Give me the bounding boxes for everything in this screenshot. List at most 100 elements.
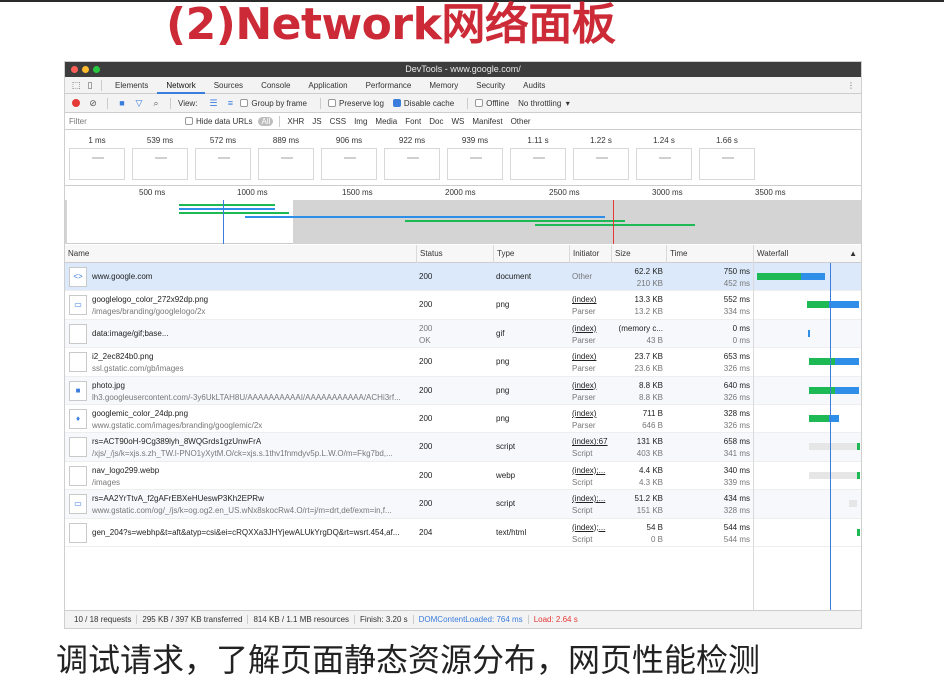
tab-memory[interactable]: Memory [420, 77, 467, 94]
table-row[interactable]: gen_204?s=webhp&t=aft&atyp=csi&ei=cRQXXa… [65, 519, 861, 547]
column-time[interactable]: Time [666, 245, 753, 263]
record-button[interactable] [72, 99, 80, 107]
search-icon[interactable]: ⌕ [149, 96, 163, 110]
offline-checkbox[interactable]: Offline [475, 99, 509, 108]
device-toggle-icon[interactable]: ▯ [83, 78, 97, 92]
table-row[interactable]: ■ photo.jpg lh3.googleusercontent.com/-3y… [65, 376, 861, 405]
type-filter-manifest[interactable]: Manifest [469, 117, 505, 126]
table-row[interactable]: ▭ googlelogo_color_272x92dp.png/images/b… [65, 291, 861, 320]
frame-time: 1.22 s [590, 136, 612, 145]
filmstrip-frame[interactable]: 572 ms [193, 136, 253, 180]
filmstrip-frame[interactable]: 939 ms [445, 136, 505, 180]
tab-security[interactable]: Security [467, 77, 514, 94]
column-name[interactable]: Name [65, 245, 416, 263]
overview-selection-edge[interactable] [65, 200, 67, 244]
filmstrip-frame[interactable]: 1.22 s [571, 136, 631, 180]
file-icon [69, 352, 87, 373]
tab-application[interactable]: Application [299, 77, 356, 94]
type-filter-other[interactable]: Other [508, 117, 534, 126]
preserve-log-checkbox[interactable]: Preserve log [328, 99, 384, 108]
name-cell[interactable]: rs=AA2YrTtvA_f2gAFrEBXeHUeswP3Kh2EPRw www… [89, 490, 416, 518]
filter-icon[interactable]: ▽ [132, 96, 146, 110]
filmstrip-frame[interactable]: 922 ms [382, 136, 442, 180]
table-row[interactable]: ♦ googlemic_color_24dp.png www.gstatic.co… [65, 405, 861, 434]
column-type[interactable]: Type [493, 245, 569, 263]
name-cell[interactable]: data:image/gif;base... [89, 320, 416, 348]
type-filter-font[interactable]: Font [402, 117, 424, 126]
status-code: 204 [419, 527, 433, 537]
initiator-link[interactable]: (index);... [572, 519, 611, 534]
waterfall-bar [857, 471, 860, 479]
minimize-button[interactable] [82, 66, 89, 73]
tab-console[interactable]: Console [252, 77, 299, 94]
status-cell: 200 [416, 348, 493, 376]
name-cell[interactable]: photo.jpg lh3.googleusercontent.com/-3y6U… [89, 377, 416, 405]
initiator-link[interactable]: (index) [572, 377, 611, 392]
type-filter-all[interactable]: All [258, 116, 274, 126]
close-button[interactable] [71, 66, 78, 73]
table-row[interactable]: nav_logo299.webp/images 200 webp (index)… [65, 462, 861, 491]
name-cell[interactable]: rs=ACT90oH-9Cg389lyh_8WQGrds1gzUnwFrA/xj… [89, 433, 416, 461]
filmstrip-frame[interactable]: 906 ms [319, 136, 379, 180]
table-row[interactable]: rs=ACT90oH-9Cg389lyh_8WQGrds1gzUnwFrA/xj… [65, 433, 861, 462]
hide-data-urls-checkbox[interactable]: Hide data URLs [185, 117, 252, 126]
column-waterfall[interactable]: Waterfall ▲ [753, 245, 861, 263]
maximize-button[interactable] [93, 66, 100, 73]
group-by-frame-checkbox[interactable]: Group by frame [240, 99, 307, 108]
inspect-icon[interactable]: ⬚ [69, 78, 83, 92]
initiator-link[interactable]: (index);... [572, 462, 611, 477]
column-status[interactable]: Status [416, 245, 493, 263]
status-cell: 200 [416, 433, 493, 461]
screenshot-icon[interactable]: ■ [115, 96, 129, 110]
name-cell[interactable]: googlelogo_color_272x92dp.png/images/bra… [89, 291, 416, 319]
filmstrip-frame[interactable]: 1.24 s [634, 136, 694, 180]
name-cell[interactable]: googlemic_color_24dp.png www.gstatic.com/… [89, 405, 416, 433]
request-table: Name Status Type Initiator Size Time Wat… [65, 245, 861, 612]
column-size[interactable]: Size [611, 245, 666, 263]
type-filter-xhr[interactable]: XHR [284, 117, 307, 126]
resource-type: script [496, 499, 516, 509]
initiator-link[interactable]: (index) [572, 320, 611, 335]
filmstrip-frame[interactable]: 1 ms [67, 136, 127, 180]
type-filter-doc[interactable]: Doc [426, 117, 446, 126]
initiator-link[interactable]: (index):67 [572, 433, 611, 448]
clear-icon[interactable]: ⊘ [86, 96, 100, 110]
tab-network[interactable]: Network [157, 77, 205, 94]
ruler-tick: 3000 ms [652, 188, 683, 197]
initiator-link[interactable]: (index) [572, 405, 611, 420]
table-row[interactable]: i2_2ec824b0.png ssl.gstatic.com/gb/images… [65, 348, 861, 377]
name-cell[interactable]: nav_logo299.webp/images [89, 462, 416, 490]
type-filter-css[interactable]: CSS [327, 117, 349, 126]
tab-sources[interactable]: Sources [205, 77, 252, 94]
filmstrip-frame[interactable]: 889 ms [256, 136, 316, 180]
initiator-link[interactable]: (index) [572, 291, 611, 306]
table-row[interactable]: <> www.google.com 200 document Other 62.… [65, 263, 861, 292]
tab-audits[interactable]: Audits [514, 77, 554, 94]
name-cell[interactable]: i2_2ec824b0.png ssl.gstatic.com/gb/images [89, 348, 416, 376]
tab-elements[interactable]: Elements [106, 77, 157, 94]
filmstrip-frame[interactable]: 1.66 s [697, 136, 757, 180]
initiator-link[interactable]: (index);... [572, 490, 611, 505]
type-filter-img[interactable]: Img [351, 117, 370, 126]
name-cell[interactable]: www.google.com [89, 263, 416, 291]
frame-thumbnail [132, 148, 188, 180]
tab-performance[interactable]: Performance [357, 77, 421, 94]
disable-cache-checkbox[interactable]: Disable cache [392, 99, 454, 108]
large-rows-icon[interactable]: ☰ [206, 96, 220, 110]
table-row[interactable]: data:image/gif;base... 200 OK gif (index)… [65, 319, 861, 349]
initiator-link[interactable]: (index) [572, 348, 611, 363]
filmstrip-frame[interactable]: 1.11 s [508, 136, 568, 180]
type-filter-ws[interactable]: WS [448, 117, 467, 126]
type-cell: png [493, 348, 569, 376]
table-row[interactable]: ▭ rs=AA2YrTtvA_f2gAFrEBXeHUeswP3Kh2EPRw w… [65, 490, 861, 519]
more-menu-icon[interactable]: ⋮ [847, 81, 855, 90]
overview-icon[interactable]: ≡ [223, 96, 237, 110]
timeline-overview[interactable]: 500 ms 1000 ms 1500 ms 2000 ms 2500 ms 3… [65, 186, 861, 244]
type-filter-js[interactable]: JS [309, 117, 324, 126]
filter-input[interactable] [69, 114, 185, 128]
throttling-select[interactable]: No throttling ▾ [518, 99, 570, 108]
filmstrip-frame[interactable]: 539 ms [130, 136, 190, 180]
name-cell[interactable]: gen_204?s=webhp&t=aft&atyp=csi&ei=cRQXXa… [89, 519, 416, 547]
type-filter-media[interactable]: Media [372, 117, 400, 126]
column-initiator[interactable]: Initiator [569, 245, 611, 263]
